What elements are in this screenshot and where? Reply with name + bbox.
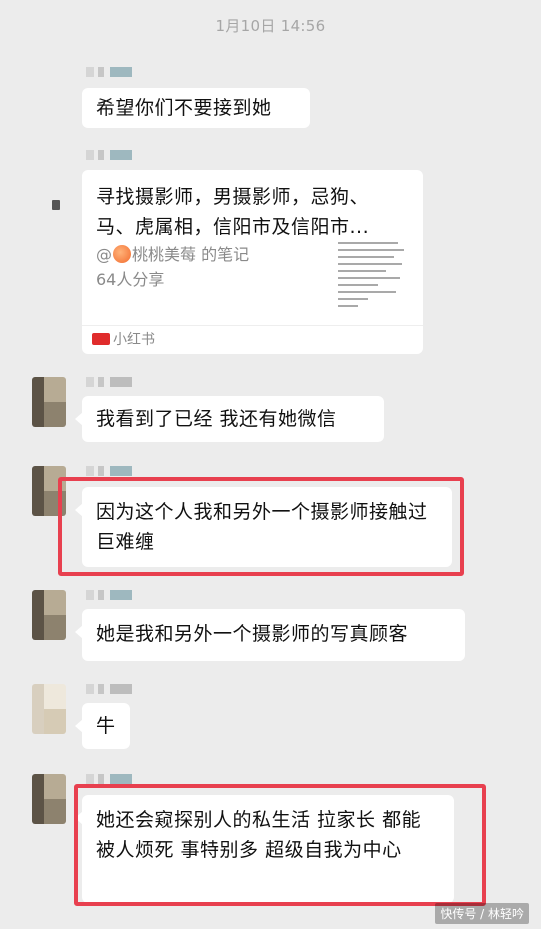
avatar[interactable] [32,684,66,734]
sender-name-blurred [86,150,146,160]
highlight-box [58,477,464,576]
xiaohongshu-logo-icon [92,333,110,345]
highlight-box [74,784,486,906]
sender-name-blurred [86,590,146,600]
message-text: 牛 [96,715,116,737]
message-bubble[interactable]: 牛 [75,703,130,749]
card-title: 寻找摄影师，男摄影师，忌狗、马、虎属相，信阳市及信阳市... [96,186,370,238]
peach-emoji-icon [113,245,131,263]
avatar[interactable] [32,774,66,824]
chat-window: 1月10日 14:56 希望你们不要接到她 寻找摄影师，男摄影师，忌狗、马、虎属… [0,0,541,929]
message-text: 希望你们不要接到她 [96,97,272,119]
sender-name-blurred [86,466,146,476]
sender-name-blurred [86,774,146,784]
message-bubble[interactable]: 希望你们不要接到她 [82,88,310,128]
card-author: 桃桃美莓 [132,245,197,264]
message-bubble[interactable]: 她是我和另外一个摄影师的写真顾客 [75,609,465,661]
sender-name-blurred [86,377,146,387]
card-author-line: @ 桃桃美莓 的笔记 [96,245,250,264]
avatar-fragment [52,200,60,210]
avatar[interactable] [32,590,66,640]
card-share-count: 64人分享 [96,270,165,289]
sender-name-blurred [86,684,146,694]
card-divider [82,325,423,326]
watermark: 快传号 / 林轻吟 [435,903,529,924]
message-text: 我看到了已经 我还有她微信 [96,408,337,430]
document-thumbnail-icon [338,242,406,316]
message-timestamp: 1月10日 14:56 [215,17,326,35]
card-source: 小红书 [92,330,155,350]
avatar[interactable] [32,377,66,427]
message-bubble[interactable]: 我看到了已经 我还有她微信 [75,396,384,442]
sender-name-blurred [86,67,146,77]
shared-note-card[interactable]: 寻找摄影师，男摄影师，忌狗、马、虎属相，信阳市及信阳市... @ 桃桃美莓 的笔记… [82,170,423,354]
message-text: 她是我和另外一个摄影师的写真顾客 [96,623,409,645]
